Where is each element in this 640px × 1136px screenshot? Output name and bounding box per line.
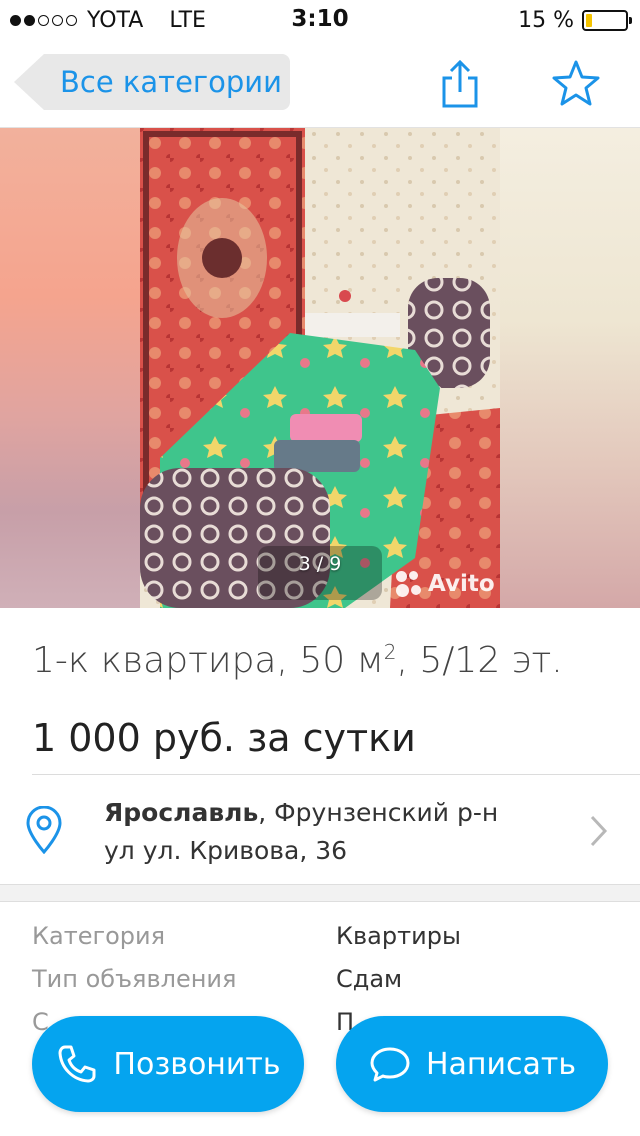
chat-bubble-icon <box>370 1047 410 1082</box>
watermark-text: Avito <box>428 571 495 597</box>
call-button[interactable]: Позвонить <box>32 1016 304 1112</box>
param-row-type: Тип объявления Сдам <box>0 965 640 1005</box>
message-button-label: Написать <box>425 1046 577 1082</box>
share-icon <box>442 59 478 108</box>
battery-level <box>586 14 593 27</box>
avito-watermark: Avito <box>396 566 495 602</box>
star-icon <box>552 60 600 106</box>
next-photo-preview[interactable] <box>500 128 640 608</box>
divider <box>32 774 640 775</box>
message-button[interactable]: Написать <box>336 1016 608 1112</box>
back-button[interactable]: Все категории <box>14 54 290 110</box>
status-right: 15 % <box>518 8 632 33</box>
call-button-label: Позвонить <box>113 1046 281 1082</box>
share-button[interactable] <box>432 56 488 112</box>
room-photo-illustration <box>140 128 500 608</box>
section-separator <box>0 884 640 902</box>
param-value: Сдам <box>336 965 403 993</box>
back-button-label: Все категории <box>60 65 283 99</box>
status-bar: YOTA LTE 3:10 15 % <box>0 0 640 40</box>
param-value: Квартиры <box>336 922 461 950</box>
battery-icon <box>582 10 632 31</box>
photo-counter: 3 / 9 <box>298 553 342 575</box>
address-row[interactable]: Ярославль, Фрунзенский р-н ул ул. Кривов… <box>0 776 640 884</box>
phone-icon <box>58 1045 96 1083</box>
listing-photo[interactable] <box>140 128 500 608</box>
battery-percent: 15 % <box>518 8 574 33</box>
address-street: ул ул. Кривова, 36 <box>104 836 348 865</box>
previous-photo-preview[interactable] <box>0 128 140 608</box>
param-label: Категория <box>32 922 166 950</box>
photo-gallery[interactable]: 3 / 9 Avito <box>0 128 640 608</box>
param-row-category: Категория Квартиры <box>0 922 640 962</box>
listing-title: 1-к квартира, 50 м2, 5/12 эт. <box>32 640 563 681</box>
param-label: Тип объявления <box>32 965 237 993</box>
address-city-line: Ярославль, Фрунзенский р-н <box>104 798 499 827</box>
location-pin-icon <box>26 806 62 854</box>
favorite-button[interactable] <box>548 56 604 112</box>
avito-logo-icon <box>396 571 422 597</box>
chevron-right-icon <box>590 815 608 847</box>
navigation-bar: Все категории <box>0 40 640 128</box>
listing-price: 1 000 руб. за сутки <box>32 716 416 760</box>
